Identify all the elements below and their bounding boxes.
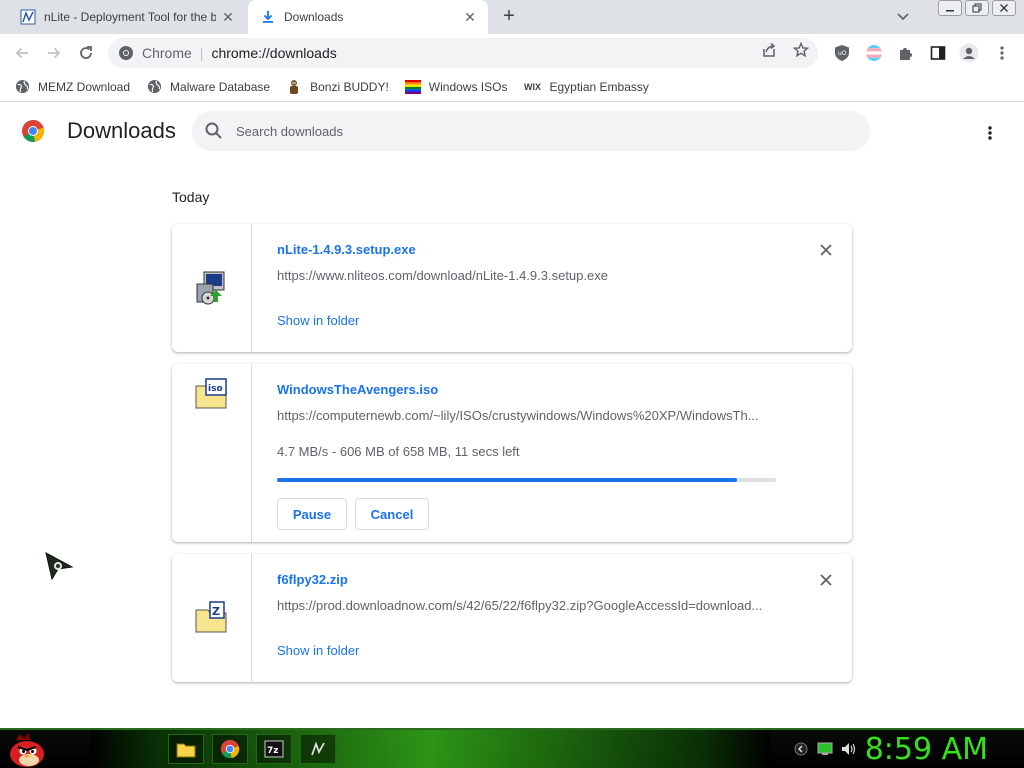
file-name-link[interactable]: WindowsTheAvengers.iso [277, 382, 438, 397]
svg-text:7z: 7z [267, 746, 279, 756]
tab-downloads[interactable]: Downloads ✕ [248, 0, 488, 34]
page-title: Downloads [67, 118, 176, 143]
search-downloads-box[interactable] [192, 111, 870, 151]
date-section-label: Today [172, 189, 210, 205]
zip-file-icon: Z [194, 600, 230, 636]
browser-toolbar: Chrome | chrome://downloads uO [0, 34, 1024, 72]
file-url[interactable]: https://www.nliteos.com/download/nLite-1… [277, 268, 777, 283]
mouse-cursor-icon [44, 551, 74, 581]
taskbar: 7z 8:59 AM [0, 728, 1024, 768]
tray-chevron-icon[interactable] [792, 740, 810, 758]
download-item-in-progress: iso WindowsTheAvengers.iso https://compu… [172, 364, 852, 542]
reload-icon[interactable] [72, 39, 100, 67]
volume-icon[interactable] [840, 740, 858, 758]
download-item: nLite-1.4.9.3.setup.exe https://www.nlit… [172, 224, 852, 352]
wix-icon: WIX [523, 81, 541, 92]
download-icon [260, 9, 276, 25]
bonzi-icon [286, 79, 302, 95]
restore-button[interactable] [965, 0, 989, 16]
progress-fill [277, 478, 737, 482]
more-actions-icon[interactable] [978, 121, 1002, 145]
url-text[interactable]: chrome://downloads [211, 45, 336, 61]
taskbar-chrome-icon[interactable] [212, 734, 248, 764]
network-icon[interactable] [816, 740, 834, 758]
ublock-origin-icon[interactable]: uO [832, 43, 852, 63]
taskbar-clock[interactable]: 8:59 AM [865, 732, 988, 767]
download-status: 4.7 MB/s - 606 MB of 658 MB, 11 secs lef… [277, 444, 520, 459]
tab-title: nLite - Deployment Tool for the b [44, 10, 216, 24]
globe-icon [14, 79, 30, 95]
file-icon-column: Z [172, 554, 252, 682]
downloads-header: Downloads [0, 103, 1024, 159]
site-info-chip[interactable]: Chrome [108, 45, 192, 61]
bookmark-label: Egyptian Embassy [549, 79, 649, 94]
file-url[interactable]: https://computernewb.com/~lily/ISOs/crus… [277, 408, 777, 423]
file-url[interactable]: https://prod.downloadnow.com/s/42/65/22/… [277, 598, 777, 613]
bookmark-star-icon[interactable] [792, 41, 810, 59]
forward-arrow-icon[interactable] [40, 39, 68, 67]
tab-search-chevron-icon[interactable] [896, 9, 914, 25]
side-panel-icon[interactable] [928, 43, 948, 63]
download-item: Z f6flpy32.zip https://prod.downloadnow.… [172, 554, 852, 682]
tab-title: Downloads [284, 10, 344, 24]
bookmark-malware-database[interactable]: Malware Database [146, 79, 270, 95]
taskbar-7zip-icon[interactable]: 7z [256, 734, 292, 764]
taskbar-nlite-icon[interactable] [300, 734, 336, 764]
file-name-link[interactable]: nLite-1.4.9.3.setup.exe [277, 242, 416, 257]
new-tab-button[interactable]: + [498, 6, 520, 28]
bookmark-label: Malware Database [170, 79, 271, 94]
cancel-button[interactable]: Cancel [355, 498, 429, 530]
bookmark-egyptian-embassy[interactable]: WIX Egyptian Embassy [523, 79, 649, 95]
tab-strip: nLite - Deployment Tool for the b ✕ Down… [0, 0, 1024, 34]
bookmark-windows-isos[interactable]: Windows ISOs [404, 79, 508, 95]
profile-avatar-icon[interactable] [959, 43, 979, 63]
remove-icon[interactable] [818, 242, 834, 258]
show-in-folder-link[interactable]: Show in folder [277, 313, 359, 328]
bookmark-memz[interactable]: MEMZ Download [14, 79, 130, 95]
chrome-menu-icon[interactable] [992, 43, 1012, 63]
close-tab-icon[interactable]: ✕ [216, 5, 240, 29]
minimize-button[interactable] [938, 0, 962, 16]
show-in-folder-link[interactable]: Show in folder [277, 643, 359, 658]
close-window-button[interactable] [992, 0, 1016, 16]
download-progress-bar [277, 478, 776, 482]
site-chip-label: Chrome [142, 45, 192, 61]
chrome-chip-icon [119, 46, 133, 60]
angry-bird-start-icon[interactable] [6, 732, 48, 768]
remove-icon[interactable] [818, 572, 834, 588]
file-icon-column [172, 224, 252, 352]
windows-flag-icon [404, 79, 421, 95]
close-tab-icon[interactable]: ✕ [458, 5, 482, 29]
svg-text:iso: iso [208, 384, 223, 394]
file-icon-column: iso [172, 364, 252, 542]
pause-button[interactable]: Pause [277, 498, 347, 530]
installer-icon [194, 270, 230, 306]
bookmarks-bar: MEMZ Download Malware Database Bonzi BUD… [0, 72, 1024, 102]
bookmark-label: Bonzi BUDDY! [310, 79, 389, 94]
extensions-puzzle-icon[interactable] [896, 43, 916, 63]
bookmark-label: Windows ISOs [428, 79, 508, 94]
omnibox-separator: | [199, 45, 204, 61]
address-bar[interactable]: Chrome | chrome://downloads [108, 38, 818, 68]
iso-file-icon: iso [194, 376, 230, 412]
svg-text:uO: uO [838, 50, 847, 57]
taskbar-explorer-icon[interactable] [168, 734, 204, 764]
globe-icon [146, 79, 162, 95]
nlite-favicon-icon [20, 9, 36, 25]
search-input[interactable] [236, 123, 836, 139]
bookmark-bonzi-buddy[interactable]: Bonzi BUDDY! [286, 79, 389, 95]
search-icon [205, 122, 222, 139]
back-arrow-icon[interactable] [8, 39, 36, 67]
file-name-link[interactable]: f6flpy32.zip [277, 572, 348, 587]
tab-nlite[interactable]: nLite - Deployment Tool for the b ✕ [8, 0, 246, 34]
bookmark-label: MEMZ Download [38, 79, 131, 94]
trans-flag-extension-icon[interactable] [864, 43, 884, 63]
svg-text:Z: Z [212, 605, 220, 618]
share-icon[interactable] [760, 41, 778, 59]
chrome-logo-icon [21, 119, 45, 143]
